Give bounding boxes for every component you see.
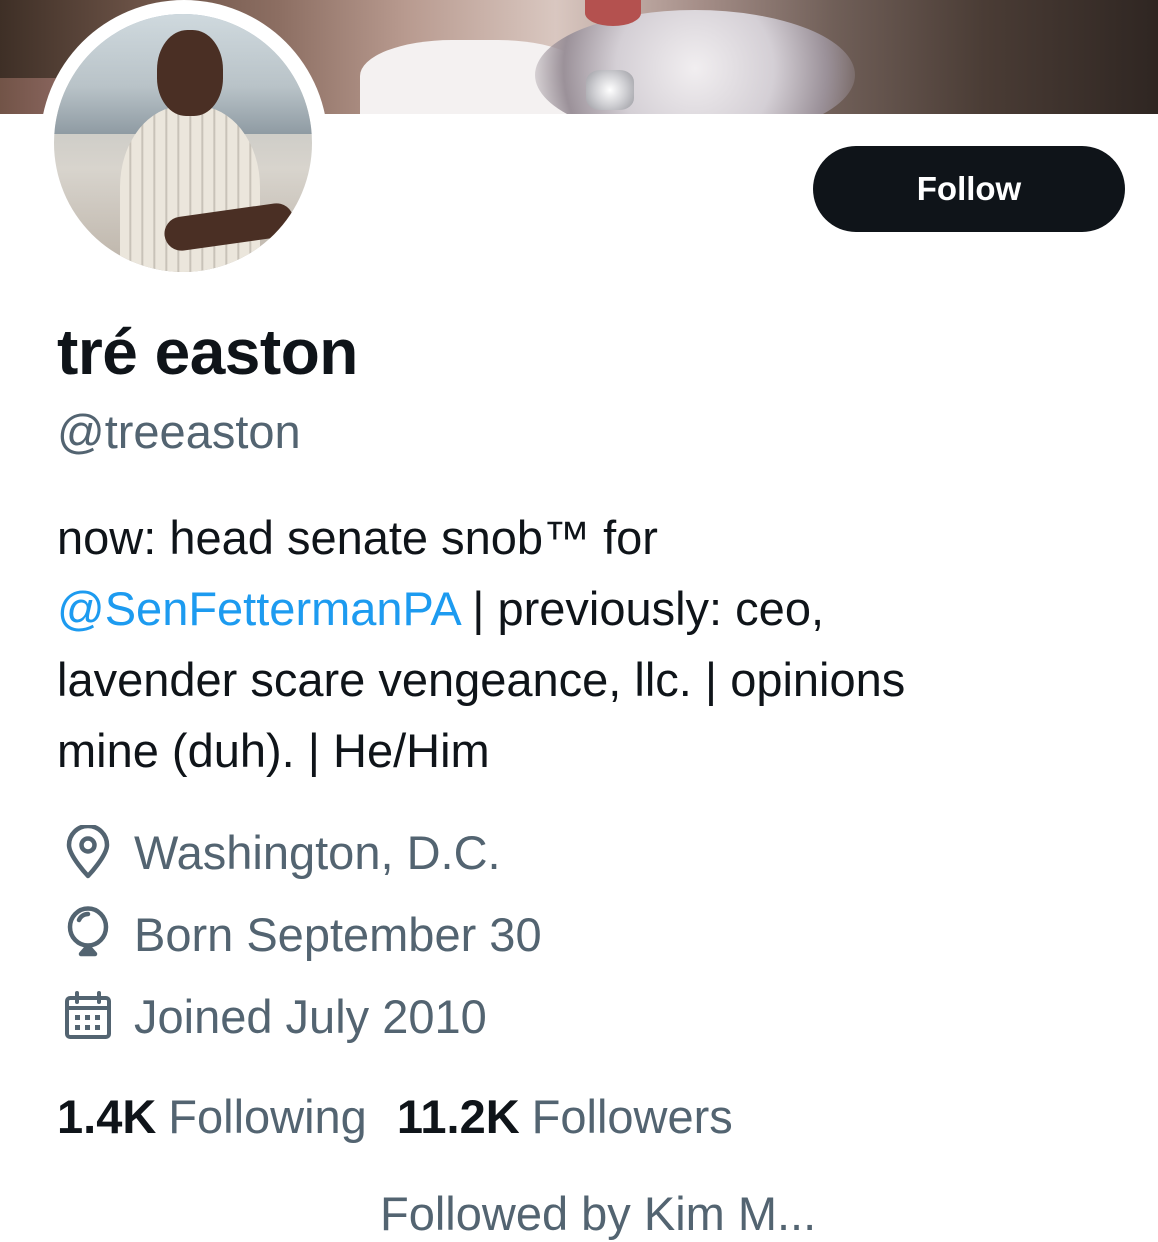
followers-count: 11.2K	[396, 1089, 520, 1143]
followers-link[interactable]: 11.2K Followers	[397, 1089, 733, 1144]
birthday-text: Born September 30	[134, 907, 542, 961]
banner-decor	[586, 70, 634, 110]
banner-decor	[585, 0, 641, 26]
followers-label: Followers	[531, 1089, 733, 1143]
location-pin-icon	[60, 824, 116, 880]
following-link[interactable]: 1.4K Following	[57, 1089, 367, 1144]
bio-line: @SenFettermanPA | previously: ceo,	[57, 573, 1117, 644]
following-count: 1.4K	[57, 1089, 157, 1143]
banner-decor	[535, 10, 855, 114]
display-name: tré easton	[57, 316, 358, 388]
location-text: Washington, D.C.	[134, 825, 501, 879]
calendar-icon	[60, 988, 116, 1044]
bio-line: lavender scare vengeance, llc. | opinion…	[57, 653, 906, 706]
profile-location: Washington, D.C.	[60, 822, 501, 882]
followed-by-text[interactable]: Followed by Kim M...	[380, 1186, 816, 1242]
profile-birthday: Born September 30	[60, 904, 542, 964]
avatar[interactable]	[54, 14, 312, 272]
profile-bio: now: head senate snob™ for @SenFetterman…	[57, 502, 1117, 786]
bio-text: | previously: ceo,	[459, 582, 825, 635]
following-label: Following	[168, 1089, 367, 1143]
bio-mention-link[interactable]: @SenFettermanPA	[57, 582, 459, 635]
joined-text: Joined July 2010	[134, 989, 487, 1043]
bio-line: mine (duh). | He/Him	[57, 724, 490, 777]
balloon-icon	[60, 906, 116, 962]
follow-button[interactable]: Follow	[813, 146, 1125, 232]
avatar-figure	[157, 30, 223, 116]
profile-stats: 1.4K Following 11.2K Followers	[57, 1084, 763, 1148]
profile-joined: Joined July 2010	[60, 986, 487, 1046]
profile-handle: @treeaston	[57, 405, 301, 458]
bio-line: now: head senate snob™ for	[57, 511, 658, 564]
